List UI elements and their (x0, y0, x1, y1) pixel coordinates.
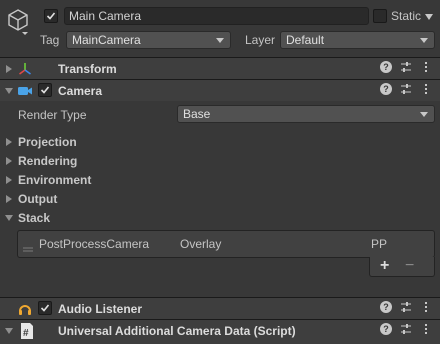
list-item[interactable]: PostProcessCamera Overlay PP (18, 231, 434, 257)
static-checkbox[interactable] (373, 9, 387, 23)
section-projection[interactable]: Projection (0, 133, 440, 151)
help-icon[interactable]: ? (380, 83, 392, 95)
section-environment[interactable]: Environment (0, 171, 440, 189)
preset-sliders-icon[interactable] (400, 323, 412, 335)
audio-listener-enabled-checkbox[interactable] (38, 301, 52, 315)
layer-label: Layer (245, 33, 276, 47)
static-dropdown-arrow-icon[interactable] (425, 14, 433, 20)
foldout-collapsed-icon[interactable] (6, 195, 12, 203)
section-label: Output (18, 192, 58, 206)
section-label: Environment (18, 173, 92, 187)
camera-stack-list: PostProcessCamera Overlay PP (17, 230, 435, 258)
audio-listener-component-header[interactable]: Audio Listener ? (0, 297, 440, 319)
transform-title: Transform (58, 62, 117, 76)
foldout-expanded-icon[interactable] (5, 215, 13, 221)
foldout-collapsed-icon[interactable] (6, 176, 12, 184)
static-label: Static (391, 9, 422, 23)
chevron-down-icon (216, 38, 224, 43)
help-icon[interactable]: ? (380, 323, 392, 335)
render-type-value: Base (183, 107, 211, 121)
drag-handle-icon[interactable] (23, 241, 33, 252)
foldout-collapsed-icon[interactable] (6, 157, 12, 165)
render-type-dropdown[interactable]: Base (177, 105, 435, 123)
foldout-collapsed-icon[interactable] (6, 65, 12, 73)
more-options-icon[interactable] (420, 324, 432, 334)
stack-camera-type: Overlay (180, 237, 222, 251)
gameobject-name-input[interactable]: Main Camera (64, 7, 369, 25)
section-rendering[interactable]: Rendering (0, 152, 440, 170)
stack-camera-tag: PP (371, 237, 388, 251)
layer-value: Default (286, 33, 325, 47)
svg-text:#: # (23, 328, 29, 339)
camera-title: Camera (58, 84, 103, 98)
section-stack[interactable]: Stack (0, 209, 440, 227)
section-label: Stack (18, 211, 51, 225)
camera-component-header[interactable]: Camera ? (0, 79, 440, 101)
transform-component-header[interactable]: Transform ? (0, 57, 440, 79)
gameobject-active-checkbox[interactable] (44, 9, 58, 23)
chevron-down-icon (420, 112, 428, 117)
remove-stack-item-button[interactable]: − (405, 257, 414, 275)
additional-camera-data-component-header[interactable]: # Universal Additional Camera Data (Scri… (0, 319, 440, 344)
tag-label: Tag (40, 33, 60, 47)
foldout-expanded-icon[interactable] (5, 88, 13, 94)
preset-sliders-icon[interactable] (400, 61, 412, 73)
foldout-collapsed-icon[interactable] (6, 138, 12, 146)
stack-list-footer: + − (369, 257, 435, 277)
help-icon[interactable]: ? (380, 301, 392, 313)
camera-icon (17, 84, 33, 98)
chevron-down-icon (420, 38, 428, 43)
inspector-panel: Main Camera Static Tag MainCamera Layer … (0, 0, 440, 344)
preset-sliders-icon[interactable] (400, 83, 412, 95)
layer-dropdown[interactable]: Default (280, 31, 435, 49)
help-icon[interactable]: ? (380, 61, 392, 73)
add-stack-item-button[interactable]: + (380, 257, 389, 275)
additional-camera-data-title: Universal Additional Camera Data (Script… (58, 324, 296, 338)
render-type-label: Render Type (18, 108, 87, 122)
section-output[interactable]: Output (0, 190, 440, 208)
more-options-icon[interactable] (420, 62, 432, 72)
tag-value: MainCamera (72, 33, 141, 47)
foldout-expanded-icon[interactable] (5, 328, 13, 334)
more-options-icon[interactable] (420, 302, 432, 312)
section-label: Rendering (18, 154, 78, 168)
camera-enabled-checkbox[interactable] (38, 83, 52, 97)
transform-icon (17, 61, 33, 77)
headphones-icon (17, 301, 33, 317)
section-label: Projection (18, 135, 77, 149)
preset-sliders-icon[interactable] (400, 301, 412, 313)
audio-listener-title: Audio Listener (58, 302, 143, 316)
stack-camera-name: PostProcessCamera (39, 237, 150, 251)
csharp-script-icon: # (20, 323, 34, 339)
tag-dropdown[interactable]: MainCamera (66, 31, 231, 49)
gameobject-cube-icon[interactable] (6, 8, 30, 36)
more-options-icon[interactable] (420, 84, 432, 94)
